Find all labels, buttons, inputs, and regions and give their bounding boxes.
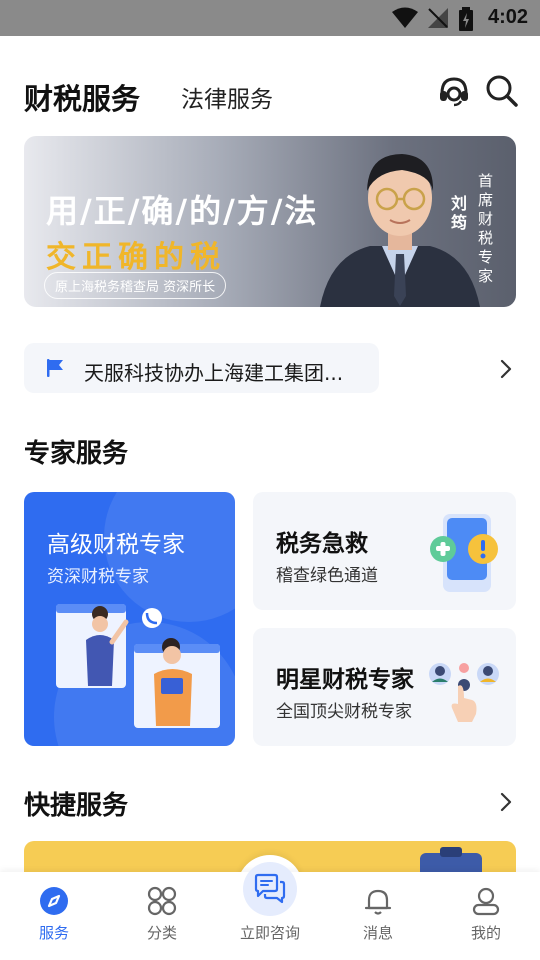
senior-expert-card[interactable]: 高级财税专家 资深财税专家 xyxy=(24,492,235,746)
wifi-icon xyxy=(392,7,418,28)
video-call-illustration xyxy=(56,604,220,728)
status-bar: 4:02 xyxy=(0,0,540,36)
nav-consult-label: 立即咨询 xyxy=(239,924,300,942)
senior-expert-title: 高级财税专家 xyxy=(47,532,185,558)
consult-button[interactable] xyxy=(243,862,297,916)
tab-legal-service[interactable]: 法律服务 xyxy=(181,80,273,114)
star-expert-card[interactable]: 明星财税专家 全国顶尖财税专家 xyxy=(253,628,516,746)
nav-category-label: 分类 xyxy=(146,924,177,942)
search-icon[interactable] xyxy=(485,74,519,108)
star-expert-subtitle: 全国顶尖财税专家 xyxy=(276,702,412,722)
flag-icon xyxy=(47,359,63,377)
news-text: 天服科技协办上海建工集团... xyxy=(84,361,344,385)
tax-rescue-card[interactable]: 税务急救 稽查绿色通道 xyxy=(253,492,516,610)
bell-icon xyxy=(364,889,392,915)
no-signal-icon xyxy=(428,8,448,28)
nav-service[interactable]: 服务 xyxy=(9,872,99,960)
quick-section-title: 快捷服务 xyxy=(24,791,129,821)
senior-expert-subtitle: 资深财税专家 xyxy=(47,567,149,587)
headset-icon[interactable] xyxy=(437,74,471,108)
compass-icon xyxy=(40,887,68,915)
nav-messages-label: 消息 xyxy=(362,924,393,942)
expert-match-icon xyxy=(429,663,499,722)
tax-rescue-subtitle: 稽查绿色通道 xyxy=(276,566,378,586)
top-header: 财税服务 法律服务 xyxy=(0,36,540,136)
expert-name: 刘筠 xyxy=(451,194,468,232)
expert-title: 首席财税专家 xyxy=(478,172,494,285)
banner-tagline: 原上海税务稽查局 资深所长 xyxy=(44,272,227,299)
chat-icon xyxy=(254,873,286,904)
tax-rescue-title: 税务急救 xyxy=(276,531,368,557)
nav-category[interactable]: 分类 xyxy=(117,872,207,960)
status-time: 4:02 xyxy=(487,6,528,28)
banner-headline: 用/正/确/的/方/法 xyxy=(46,192,319,230)
nav-profile-label: 我的 xyxy=(470,924,501,942)
banner-subheadline: 交正确的税 xyxy=(46,240,226,275)
nav-messages[interactable]: 消息 xyxy=(333,872,423,960)
star-expert-title: 明星财税专家 xyxy=(276,667,414,693)
news-ticker[interactable]: 天服科技协办上海建工集团... xyxy=(24,343,379,393)
tab-tax-service[interactable]: 财税服务 xyxy=(24,76,140,118)
chevron-right-icon[interactable] xyxy=(499,792,513,812)
phone-sos-icon xyxy=(430,514,498,592)
user-icon xyxy=(472,887,500,916)
expert-section-title: 专家服务 xyxy=(24,439,129,469)
nav-service-label: 服务 xyxy=(38,924,69,942)
chevron-right-icon[interactable] xyxy=(499,359,513,379)
grid-icon xyxy=(147,886,177,916)
promo-banner[interactable]: 用/正/确/的/方/法 交正确的税 原上海税务稽查局 资深所长 刘筠 首席财税专… xyxy=(24,136,516,307)
battery-icon xyxy=(459,7,473,31)
nav-profile[interactable]: 我的 xyxy=(441,872,531,960)
